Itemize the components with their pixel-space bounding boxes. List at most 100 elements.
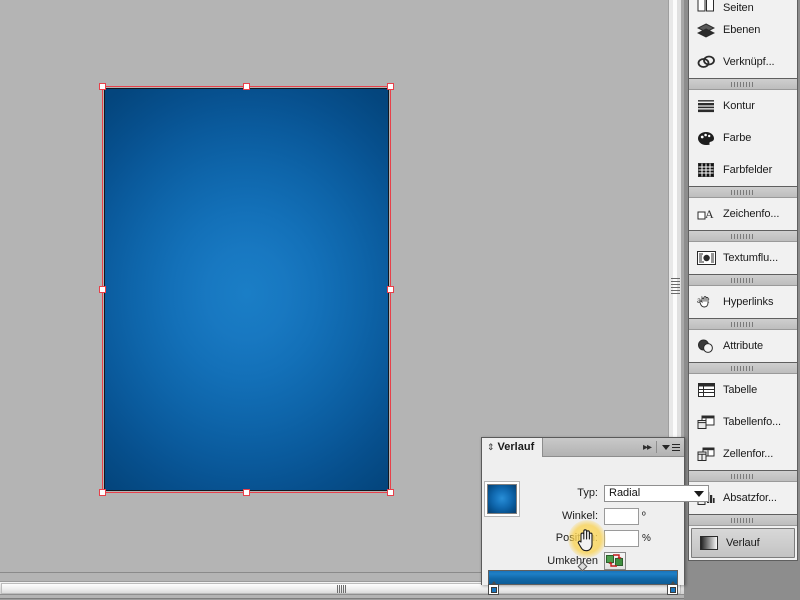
resize-handle-middle-right[interactable] xyxy=(387,286,394,293)
gradient-stop-start[interactable] xyxy=(488,584,499,597)
resize-handle-middle-left[interactable] xyxy=(99,286,106,293)
dock-item-farbe[interactable]: Farbe xyxy=(689,122,797,154)
dock-item-kontur[interactable]: Kontur xyxy=(689,90,797,122)
dock-item-verlauf[interactable]: Verlauf xyxy=(691,528,795,558)
gradient-ramp[interactable] xyxy=(488,570,678,585)
application-window: Seiten Ebenen Verknüpf... Kontur Farbe Farbfe… xyxy=(0,0,800,600)
dock-item-label: Textumflu... xyxy=(723,252,778,264)
grip-dots-icon xyxy=(731,366,755,371)
gradient-preview-fill xyxy=(487,484,517,514)
dock-group: Verlauf xyxy=(688,515,798,561)
dock-group: Tabelle Tabellenfo... Zellenfor... xyxy=(688,363,798,471)
layers-icon xyxy=(696,21,716,39)
dock-item-label: Seiten xyxy=(723,2,754,14)
gradient-panel[interactable]: ⇕ Verlauf ▸▸ Typ: Radial xyxy=(481,437,685,585)
dock-group: abc Hyperlinks xyxy=(688,275,798,319)
cell-styles-icon xyxy=(696,445,716,463)
dock-item-label: Hyperlinks xyxy=(723,296,773,308)
dock-item-textumflu[interactable]: Textumflu... xyxy=(689,242,797,274)
dock-group-drag-handle[interactable] xyxy=(689,471,797,482)
dock-item-label: Zellenfor... xyxy=(723,448,773,460)
splitter-grip-icon xyxy=(671,278,680,294)
dock-item-label: Ebenen xyxy=(723,24,760,36)
collapse-toggle-icon[interactable]: ⇕ xyxy=(487,443,495,452)
links-icon xyxy=(696,53,716,71)
text-wrap-icon xyxy=(696,249,716,267)
tab-verlauf-label: Verlauf xyxy=(498,441,535,453)
selected-gradient-rectangle[interactable] xyxy=(104,88,389,491)
gradient-angle-label: Winkel: xyxy=(526,510,604,522)
chevron-down-icon[interactable] xyxy=(694,491,704,497)
gradient-position-row: Position: % xyxy=(526,529,651,547)
dock-item-label: Tabellenfo... xyxy=(723,416,781,428)
tab-verlauf[interactable]: ⇕ Verlauf xyxy=(482,438,543,457)
titlebar-controls: ▸▸ xyxy=(643,441,684,453)
pages-icon xyxy=(696,0,716,14)
gradient-type-label: Typ: xyxy=(526,487,604,499)
gradient-reverse-row: Umkehren xyxy=(526,552,626,570)
gradient-angle-input[interactable] xyxy=(604,508,639,525)
scrollbar-grip-icon xyxy=(337,585,346,593)
grip-dots-icon xyxy=(731,474,755,479)
dock-item-seiten[interactable]: Seiten xyxy=(689,0,797,14)
color-palette-icon xyxy=(696,129,716,147)
dock-item-verknpf[interactable]: Verknüpf... xyxy=(689,46,797,78)
dock-group-drag-handle[interactable] xyxy=(689,79,797,90)
dock-item-label: Farbfelder xyxy=(723,164,772,176)
dock-item-label: Kontur xyxy=(723,100,755,112)
dock-item-label: Verlauf xyxy=(726,537,760,549)
hyperlinks-icon: abc xyxy=(696,293,716,311)
dock-group-drag-handle[interactable] xyxy=(689,363,797,374)
grip-dots-icon xyxy=(731,518,755,523)
gradient-preview-swatch[interactable] xyxy=(484,481,520,517)
panel-dock[interactable]: Seiten Ebenen Verknüpf... Kontur Farbe Farbfe… xyxy=(684,0,800,600)
grip-dots-icon xyxy=(731,278,755,283)
gradient-angle-unit: º xyxy=(642,511,646,522)
dock-item-zeichenfo[interactable]: A Zeichenfo... xyxy=(689,198,797,230)
panel-menu-icon[interactable] xyxy=(662,444,680,451)
dock-item-label: Farbe xyxy=(723,132,751,144)
dock-group-drag-handle[interactable] xyxy=(689,515,797,526)
dock-group: Seiten Ebenen Verknüpf... xyxy=(688,0,798,79)
gradient-type-value: Radial xyxy=(609,487,640,499)
grip-dots-icon xyxy=(731,82,755,87)
gradient-position-label: Position: xyxy=(526,532,604,544)
resize-handle-top-left[interactable] xyxy=(99,83,106,90)
gradient-stop-end[interactable] xyxy=(667,584,678,597)
dock-item-ebenen[interactable]: Ebenen xyxy=(689,14,797,46)
gradient-panel-titlebar[interactable]: ⇕ Verlauf ▸▸ xyxy=(482,438,684,457)
dock-item-label: Tabelle xyxy=(723,384,757,396)
table-icon xyxy=(696,381,716,399)
gradient-type-select[interactable]: Radial xyxy=(604,485,709,502)
dock-item-zellenfor[interactable]: Zellenfor... xyxy=(689,438,797,470)
dock-group: Attribute xyxy=(688,319,798,363)
dock-item-attribute[interactable]: Attribute xyxy=(689,330,797,362)
gradient-reverse-label: Umkehren xyxy=(526,555,604,567)
gradient-ramp-bar[interactable] xyxy=(488,570,678,585)
gradient-position-unit: % xyxy=(642,533,651,544)
reverse-gradient-icon xyxy=(606,554,624,568)
dock-group-drag-handle[interactable] xyxy=(689,231,797,242)
dock-group-drag-handle[interactable] xyxy=(689,319,797,330)
expand-arrows-icon[interactable]: ▸▸ xyxy=(643,442,651,453)
table-styles-icon xyxy=(696,413,716,431)
dock-item-tabelle[interactable]: Tabelle xyxy=(689,374,797,406)
svg-text:A: A xyxy=(705,207,714,221)
dock-item-hyperlinks[interactable]: abc Hyperlinks xyxy=(689,286,797,318)
dock-group-drag-handle[interactable] xyxy=(689,275,797,286)
reverse-gradient-button[interactable] xyxy=(604,552,626,570)
gradient-position-input[interactable] xyxy=(604,530,639,547)
resize-handle-top-right[interactable] xyxy=(387,83,394,90)
resize-handle-bottom-left[interactable] xyxy=(99,489,106,496)
dock-item-farbfelder[interactable]: Farbfelder xyxy=(689,154,797,186)
dock-item-label: Zeichenfo... xyxy=(723,208,779,220)
dock-item-tabellenfo[interactable]: Tabellenfo... xyxy=(689,406,797,438)
resize-handle-top-center[interactable] xyxy=(243,83,250,90)
dock-group-drag-handle[interactable] xyxy=(689,187,797,198)
resize-handle-bottom-right[interactable] xyxy=(387,489,394,496)
dock-item-label: Verknüpf... xyxy=(723,56,775,68)
gradient-fill[interactable] xyxy=(104,88,389,491)
dock-group: A Zeichenfo... xyxy=(688,187,798,231)
stroke-icon xyxy=(696,97,716,115)
resize-handle-bottom-center[interactable] xyxy=(243,489,250,496)
